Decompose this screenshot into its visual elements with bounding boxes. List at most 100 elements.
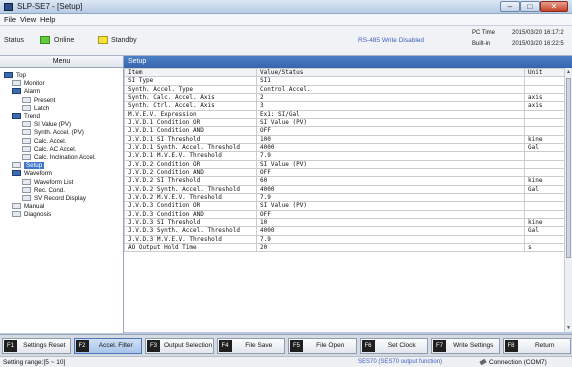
tree-item-label: Manual [24, 203, 45, 211]
cell-value[interactable]: OFF [256, 126, 525, 136]
folder-icon [12, 88, 21, 95]
table-row[interactable]: J.V.D.2 Condition AND OFF [124, 167, 565, 178]
table-row[interactable]: J.V.D.1 Condition AND OFF [124, 126, 565, 136]
menu-help[interactable]: Help [40, 15, 55, 24]
cell-value[interactable]: SI Value (PV) [256, 159, 525, 169]
menu-file[interactable]: File [4, 15, 16, 24]
cell-value[interactable]: 7.9 [256, 151, 525, 161]
fkey-button[interactable]: F6 Set Clock [359, 338, 428, 354]
vertical-scrollbar[interactable]: ▲ ▼ [564, 68, 572, 332]
table-row[interactable]: J.V.D.2 Condition OR SI Value (PV) [124, 159, 565, 169]
navigation-tree: Top Monitor Alarm Present Latch Trend SI Value… [0, 68, 124, 333]
maximize-button[interactable]: □ [520, 1, 540, 12]
tree-item-label: Synth. Accel. (PV) [34, 129, 84, 137]
cell-value[interactable]: Ex1: SI/Gal [256, 109, 525, 119]
minimize-button[interactable]: – [500, 1, 520, 12]
table-row[interactable]: AO Output Hold Time 20 s [124, 242, 565, 253]
cell-value[interactable]: 7.9 [256, 234, 525, 244]
cell-unit [524, 234, 565, 244]
fkey-button[interactable]: F4 File Save [216, 338, 285, 354]
table-row[interactable]: J.V.D.1 Condition OR SI Value (PV) [124, 117, 565, 128]
close-button[interactable]: ✕ [540, 1, 568, 12]
cell-value[interactable]: OFF [256, 167, 525, 178]
page-icon [22, 96, 31, 103]
built-in-time-label: Built-in [472, 41, 491, 47]
tree-item[interactable]: Waveform List [22, 178, 73, 187]
table-row[interactable]: J.V.D.3 Condition AND OFF [124, 209, 565, 219]
table-row[interactable]: J.V.D.3 M.V.E.V. Threshold 7.9 [124, 234, 565, 244]
tree-item[interactable]: Setup [12, 162, 45, 170]
tree-item[interactable]: Trend [12, 113, 40, 121]
cell-value[interactable]: 4000 [256, 226, 525, 236]
tree-item[interactable]: Synth. Accel. (PV) [22, 129, 84, 137]
fkey-button[interactable]: F1 Settings Reset [2, 338, 71, 354]
cell-value[interactable]: SI Value (PV) [256, 117, 525, 128]
page-icon [22, 154, 31, 160]
cell-value[interactable]: 3 [256, 101, 525, 111]
table-row[interactable]: J.V.D.1 SI Threshold 100 kine [124, 134, 565, 144]
table-row[interactable]: J.V.D.2 SI Threshold 60 kine [124, 176, 565, 186]
rs485-status: RS-485 Write Disabled [358, 37, 424, 44]
scroll-up-icon[interactable]: ▲ [566, 69, 571, 75]
table-row[interactable]: J.V.D.1 M.V.E.V. Threshold 7.9 [124, 151, 565, 161]
status-label: Status [4, 37, 24, 44]
fkey-number: F6 [361, 340, 375, 352]
cell-value[interactable]: SI Value (PV) [256, 201, 525, 211]
tree-item[interactable]: Calc. AC Accel. [22, 145, 76, 154]
cell-value[interactable]: 10 [256, 217, 525, 228]
cell-unit [524, 167, 565, 178]
cell-value[interactable]: 4000 [256, 184, 525, 194]
table-row[interactable]: Synth. Ctrl. Accel. Axis 3 axis [124, 101, 565, 111]
fkey-button[interactable]: F8 Return [502, 338, 571, 354]
table-row[interactable]: J.V.D.2 Synth. Accel. Threshold 4000 Gal [124, 184, 565, 194]
tree-item[interactable]: Diagnosis [12, 211, 51, 219]
menu-view[interactable]: View [20, 15, 36, 24]
cell-value[interactable]: Control Accel. [256, 84, 525, 95]
table-row[interactable]: M.V.E.V. Expression Ex1: SI/Gal [124, 109, 565, 119]
cell-value[interactable]: 4000 [256, 142, 525, 153]
fkey-button[interactable]: F3 Output Selection [145, 338, 214, 354]
cell-value[interactable]: SI1 [256, 76, 525, 86]
fkey-button[interactable]: F7 Write Settings [431, 338, 500, 354]
tree-item[interactable]: Manual [12, 203, 44, 211]
table-row[interactable]: J.V.D.3 Condition OR SI Value (PV) [124, 201, 565, 211]
table-row[interactable]: J.V.D.3 SI Threshold 10 kine [124, 217, 565, 228]
page-icon [22, 104, 31, 111]
fkey-number: F5 [290, 340, 303, 352]
table-row[interactable]: SI Type SI1 [124, 76, 565, 86]
tree-item[interactable]: Present [22, 96, 55, 105]
tree-item-label: SV Record Display [34, 195, 86, 202]
scroll-thumb[interactable] [566, 78, 571, 258]
table-row[interactable]: Synth. Accel. Type Control Accel. [124, 84, 565, 95]
tree-item-label: Setup [24, 162, 45, 170]
folder-icon [4, 72, 13, 78]
table-row[interactable]: J.V.D.2 M.V.E.V. Threshold 7.9 [124, 192, 565, 203]
tree-item[interactable]: Rec. Cond. [22, 186, 65, 195]
cell-value[interactable]: 60 [256, 176, 525, 186]
tree-item[interactable]: Waveform [12, 170, 52, 178]
fkey-button[interactable]: F5 File Open [288, 338, 357, 354]
tree-item[interactable]: Calc. Accel. [22, 137, 66, 146]
built-in-time-value: 2015/03/20 16:22:5 [512, 41, 564, 47]
tree-item[interactable]: Monitor [12, 80, 45, 88]
window-title: SLP-SE7 - [Setup] [17, 2, 83, 11]
tree-item[interactable]: SV Record Display [22, 195, 86, 203]
table-row[interactable]: J.V.D.3 Synth. Accel. Threshold 4000 Gal [124, 226, 565, 236]
tree-item[interactable]: Calc. Inclination Accel. [22, 154, 96, 162]
tree-item[interactable]: Alarm [12, 88, 40, 96]
fkey-button[interactable]: F2 Accel. Filter [73, 338, 142, 354]
table-row[interactable]: J.V.D.1 Synth. Accel. Threshold 4000 Gal [124, 142, 565, 153]
tree-item[interactable]: Latch [22, 104, 49, 113]
page-icon [12, 80, 21, 87]
plug-icon [479, 358, 487, 366]
cell-value[interactable]: 100 [256, 134, 525, 144]
table-row[interactable]: Synth. Calc. Accel. Axis 2 axis [124, 92, 565, 103]
tree-item[interactable]: SI Value (PV) [22, 121, 71, 129]
cell-value[interactable]: 7.9 [256, 192, 525, 203]
cell-value[interactable]: 2 [256, 92, 525, 103]
scroll-down-icon[interactable]: ▼ [566, 325, 571, 331]
cell-value[interactable]: OFF [256, 209, 525, 219]
cell-value[interactable]: 20 [256, 242, 525, 253]
online-status: Online [54, 37, 75, 44]
tree-item[interactable]: Top [4, 72, 26, 80]
